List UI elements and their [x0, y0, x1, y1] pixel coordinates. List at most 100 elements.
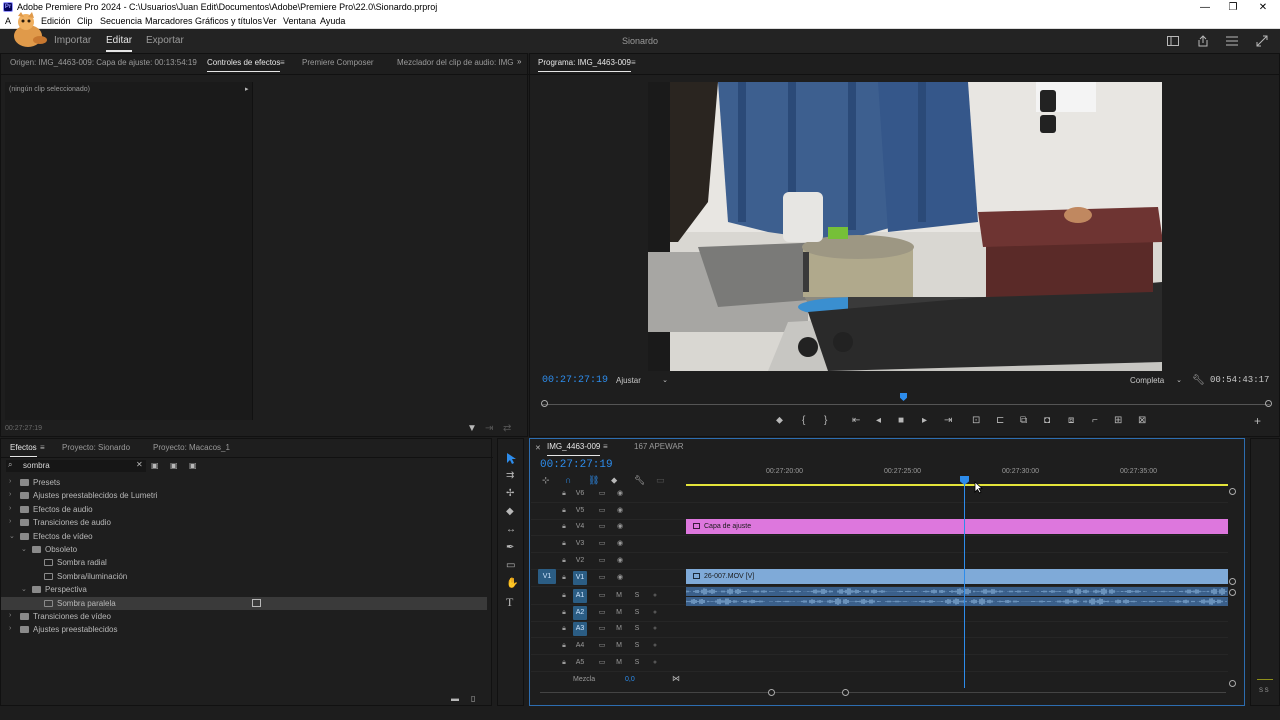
zoom-handle-right[interactable] [842, 689, 849, 696]
lock-icon[interactable]: 🔒︎ [557, 639, 571, 653]
effects-tree-item[interactable]: › Efectos de audio [1, 503, 487, 516]
program-video-frame[interactable] [648, 82, 1162, 371]
scrub-end-handle[interactable] [1265, 400, 1272, 407]
stop-icon[interactable]: ■ [898, 416, 904, 426]
extract-icon[interactable]: ⊏ [996, 416, 1004, 426]
effects-search-input[interactable]: sombra [23, 461, 50, 470]
sync-lock-icon[interactable]: ▭ [595, 639, 609, 653]
menu-graficos[interactable]: Gráficos y títulos [195, 16, 262, 26]
share-icon[interactable] [1197, 35, 1209, 47]
step-back-icon[interactable]: ◂ [876, 416, 881, 426]
track-target-toggle[interactable]: V5 [573, 504, 587, 518]
effects-search-box[interactable]: ⌕ sombra ✕ [6, 460, 146, 472]
camera-icon[interactable]: ◘ [1044, 416, 1050, 426]
adjustment-layer-clip[interactable]: Capa de ajuste [686, 519, 1228, 534]
audio-clip-waveform[interactable] [686, 587, 1228, 607]
mark-out-icon[interactable]: } [824, 416, 827, 426]
close-button[interactable]: ✕ [1248, 0, 1278, 15]
fullscreen-icon[interactable] [1256, 35, 1268, 47]
mute-button[interactable]: M [612, 656, 626, 670]
tree-arrow-icon[interactable]: › [9, 491, 11, 498]
track-target-toggle[interactable]: V6 [573, 487, 587, 501]
eye-icon[interactable]: ◉ [613, 554, 627, 568]
mute-button[interactable]: M [612, 639, 626, 653]
program-monitor-title[interactable]: Programa: IMG_4463-009 [538, 58, 631, 72]
panel-menu-icon[interactable]: ≡ [280, 58, 285, 67]
effects-tree-item[interactable]: › Presets [1, 476, 487, 489]
program-timecode[interactable]: 00:27:27:19 [542, 375, 608, 386]
effects-tree-item[interactable]: ⌄ Efectos de vídeo [1, 530, 487, 543]
menu-ventana[interactable]: Ventana [283, 16, 316, 26]
tab-sequence-img4463[interactable]: IMG_4463-009 [547, 442, 601, 456]
effects-tree-item[interactable]: ⌄ Obsoleto [1, 543, 487, 556]
razor-icon[interactable]: ◆ [506, 507, 514, 517]
tab-audio-clip-mixer[interactable]: Mezclador del clip de audio: IMG [397, 58, 514, 67]
effects-tree-item[interactable]: › Ajustes preestablecidos de Lumetri [1, 489, 487, 502]
timeline-h-scrollbar[interactable] [540, 692, 1226, 693]
solo-button[interactable]: S [630, 589, 644, 603]
track-target-toggle[interactable]: A4 [573, 639, 587, 653]
workspace-icon[interactable] [1167, 36, 1179, 46]
vr-icon[interactable]: ⊠ [1138, 416, 1146, 426]
loop-icon[interactable]: ⇄ [503, 424, 511, 434]
tab-efectos[interactable]: Efectos [10, 443, 37, 457]
tab-sequence-apewar[interactable]: 167 APEWAR [634, 442, 684, 451]
program-playhead[interactable] [900, 393, 907, 401]
tab-premiere-composer[interactable]: Premiere Composer [302, 58, 374, 67]
eye-icon[interactable]: ◉ [613, 571, 627, 585]
v-scroll-handle[interactable] [1229, 578, 1236, 585]
mute-button[interactable]: M [612, 622, 626, 636]
tab-effect-controls[interactable]: Controles de efectos [207, 58, 281, 72]
mix-value[interactable]: 0,0 [625, 676, 635, 683]
slip-icon[interactable]: ↔ [506, 525, 516, 535]
effects-tree-item[interactable]: Sombra paralela [1, 596, 487, 610]
eye-icon[interactable]: ◉ [613, 520, 627, 534]
timeline-scroll-handle[interactable] [1229, 488, 1236, 495]
settings-wrench-icon[interactable]: 🔧︎ [634, 475, 645, 485]
filter-icon[interactable]: ▼ [467, 424, 477, 434]
tree-arrow-icon[interactable]: › [9, 625, 11, 632]
track-target-toggle[interactable]: A5 [573, 656, 587, 670]
timeline-ruler[interactable]: 00:27:20:00 00:27:25:00 00:27:30:00 00:2… [686, 466, 1228, 484]
maximize-button[interactable]: ❐ [1218, 0, 1248, 15]
go-to-out-icon[interactable]: ⇥ [944, 416, 952, 426]
rectangle-icon[interactable]: ▭ [506, 561, 515, 571]
pen-icon[interactable]: ✒ [506, 543, 514, 553]
eye-icon[interactable]: ◉ [613, 487, 627, 501]
mic-icon[interactable]: ● [648, 606, 662, 620]
effects-tree-item[interactable]: › Transiciones de vídeo [1, 610, 487, 623]
lock-icon[interactable]: 🔒︎ [557, 554, 571, 568]
lift-icon[interactable]: ⊡ [972, 416, 980, 426]
track-select-icon[interactable]: ⇉ [506, 471, 514, 481]
effects-tree-item[interactable]: Sombra/iluminación [1, 570, 487, 583]
solo-button[interactable]: S [630, 639, 644, 653]
lock-icon[interactable]: 🔒︎ [557, 487, 571, 501]
sync-lock-icon[interactable]: ▭ [595, 656, 609, 670]
track-target-toggle[interactable]: V1 [573, 570, 587, 585]
close-tab-icon[interactable]: ✕ [535, 444, 541, 452]
eye-icon[interactable]: ◉ [613, 537, 627, 551]
go-to-in-icon[interactable]: ⇤ [852, 416, 860, 426]
selection-tool-icon[interactable] [506, 452, 517, 464]
mute-button[interactable]: M [612, 606, 626, 620]
ripple-edit-icon[interactable]: ✢ [506, 489, 514, 499]
effects-tree-item[interactable]: Sombra radial [1, 556, 487, 569]
captions-icon[interactable]: ▭ [656, 475, 665, 485]
comparison-icon[interactable]: ⧈ [1068, 416, 1074, 426]
tree-arrow-icon[interactable]: ⌄ [9, 532, 15, 540]
tree-arrow-icon[interactable]: ⌄ [21, 545, 27, 553]
menu-ayuda[interactable]: Ayuda [320, 16, 345, 26]
sync-lock-icon[interactable]: ▭ [595, 537, 609, 551]
scrub-start-handle[interactable] [541, 400, 548, 407]
zoom-handle-left[interactable] [768, 689, 775, 696]
nest-icon[interactable]: ⊹ [542, 475, 550, 485]
track-target-toggle[interactable]: V2 [573, 554, 587, 568]
hand-icon[interactable]: ✋ [506, 579, 518, 589]
video-clip[interactable]: 26-007.MOV [V] [686, 569, 1228, 584]
more-panels-icon[interactable]: » [517, 57, 521, 66]
eye-icon[interactable]: ◉ [613, 504, 627, 518]
tab-proyecto-macacos[interactable]: Proyecto: Macacos_1 [153, 443, 230, 452]
solo-button[interactable]: S [630, 606, 644, 620]
program-scrub-bar[interactable] [542, 404, 1270, 405]
menu-secuencia[interactable]: Secuencia [100, 16, 142, 26]
